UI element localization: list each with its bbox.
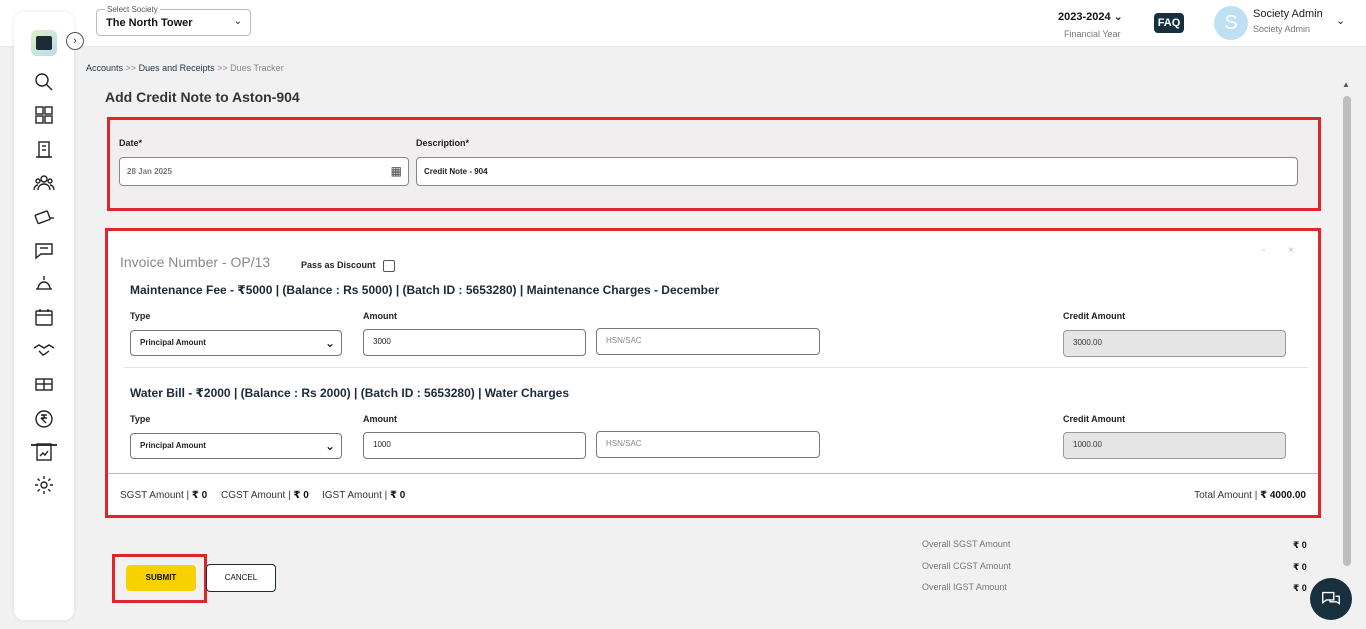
- total-value: ₹ 4000.00: [1260, 490, 1306, 501]
- credit-amount-label: Credit Amount: [1063, 311, 1126, 321]
- igst-label: IGST Amount |: [322, 490, 388, 501]
- chat-support-button[interactable]: [1310, 578, 1352, 620]
- sidebar-collapse-button[interactable]: ›: [66, 32, 84, 50]
- credit-amount-label: Credit Amount: [1063, 414, 1126, 424]
- overall-igst-value: ₹ 0: [1293, 583, 1307, 593]
- avatar[interactable]: S: [1214, 6, 1248, 40]
- hsn-sac-input[interactable]: HSN/SAC: [596, 328, 820, 355]
- chevron-down-icon: ⌄: [324, 336, 335, 350]
- scroll-thumb[interactable]: [1343, 96, 1351, 566]
- breadcrumb: Accounts >> Dues and Receipts >> Dues Tr…: [86, 63, 284, 73]
- reports-icon[interactable]: [32, 440, 56, 464]
- invoice-totals-bar: SGST Amount | ₹ 0 CGST Amount | ₹ 0 IGST…: [108, 473, 1318, 515]
- type-label: Type: [130, 311, 151, 321]
- app-logo[interactable]: [31, 30, 57, 56]
- cgst-value: ₹ 0: [293, 490, 309, 501]
- line-item-title: Water Bill - ₹2000 | (Balance : Rs 2000)…: [130, 386, 570, 400]
- amount-label: Amount: [363, 414, 397, 424]
- sidebar: [14, 12, 74, 620]
- overall-sgst-value: ₹ 0: [1293, 540, 1307, 550]
- description-field[interactable]: Credit Note - 904: [416, 157, 1298, 186]
- scrollbar[interactable]: ▲: [1341, 80, 1353, 620]
- breadcrumb-accounts[interactable]: Accounts: [86, 63, 123, 73]
- handshake-icon[interactable]: [32, 338, 56, 362]
- igst-amount: IGST Amount | ₹ 0: [322, 490, 405, 501]
- society-select[interactable]: Select Society The North Tower ⌄: [96, 5, 251, 36]
- date-value: 28 Jan 2025: [127, 167, 172, 176]
- date-label: Date*: [119, 138, 143, 148]
- amount-label: Amount: [363, 311, 397, 321]
- total-label: Total Amount |: [1194, 490, 1258, 501]
- top-bar: Select Society The North Tower ⌄ 2023-20…: [0, 0, 1366, 46]
- society-select-label: Select Society: [105, 5, 160, 14]
- settings-icon[interactable]: [32, 473, 56, 497]
- scroll-up-icon[interactable]: ▲: [1342, 80, 1350, 89]
- sgst-label: SGST Amount |: [120, 490, 190, 501]
- financial-year-select[interactable]: 2023-2024 ⌄: [1058, 10, 1123, 23]
- chat-icon[interactable]: [32, 238, 56, 262]
- type-label: Type: [130, 414, 151, 424]
- society-select-value: The North Tower: [106, 17, 193, 29]
- amenities-icon[interactable]: [32, 372, 56, 396]
- type-select-value: Principal Amount: [140, 441, 206, 450]
- building-icon[interactable]: [32, 137, 56, 161]
- cancel-button[interactable]: CANCEL: [206, 564, 276, 592]
- user-name: Society Admin: [1253, 8, 1323, 20]
- invoice-number-title: Invoice Number - OP/13: [120, 254, 271, 270]
- breadcrumb-separator: >>: [217, 63, 228, 73]
- calendar-picker-icon[interactable]: ▦: [391, 158, 402, 185]
- credit-amount-field: 1000.00: [1063, 432, 1286, 459]
- breadcrumb-separator: >>: [125, 63, 137, 73]
- overall-cgst-label: Overall CGST Amount: [922, 561, 1011, 571]
- total-amount: Total Amount | ₹ 4000.00: [1194, 490, 1306, 501]
- user-menu-chevron-icon[interactable]: ⌄: [1336, 14, 1345, 27]
- hsn-sac-input[interactable]: HSN/SAC: [596, 431, 820, 458]
- dashboard-icon[interactable]: [32, 103, 56, 127]
- date-field[interactable]: 28 Jan 2025 ▦: [119, 157, 409, 186]
- credit-amount-field: 3000.00: [1063, 330, 1286, 357]
- type-select-value: Principal Amount: [140, 338, 206, 347]
- user-role: Society Admin: [1253, 24, 1311, 34]
- type-select[interactable]: Principal Amount ⌄: [130, 433, 342, 459]
- pass-discount-label: Pass as Discount: [301, 260, 376, 270]
- financial-year-label: Financial Year: [1064, 29, 1121, 39]
- breadcrumb-current: Dues Tracker: [230, 63, 284, 73]
- breadcrumb-dues-receipts[interactable]: Dues and Receipts: [139, 63, 215, 73]
- amount-input[interactable]: 3000: [363, 329, 586, 356]
- overall-igst-label: Overall IGST Amount: [922, 582, 1007, 592]
- calendar-icon[interactable]: [32, 305, 56, 329]
- chat-bubble-icon: [1322, 591, 1340, 605]
- overall-cgst-value: ₹ 0: [1293, 562, 1307, 572]
- pass-discount-checkbox[interactable]: [383, 260, 395, 272]
- cgst-label: CGST Amount |: [221, 490, 291, 501]
- helpdesk-icon[interactable]: [32, 271, 56, 295]
- payments-icon[interactable]: [32, 204, 56, 228]
- chevron-down-icon: ⌄: [324, 439, 335, 453]
- igst-value: ₹ 0: [390, 490, 406, 501]
- sgst-value: ₹ 0: [191, 490, 208, 501]
- description-label: Description*: [416, 138, 470, 148]
- line-divider: [124, 367, 1308, 368]
- search-icon[interactable]: [32, 70, 56, 94]
- submit-button[interactable]: SUBMIT: [126, 565, 196, 591]
- page-title: Add Credit Note to Aston-904: [105, 89, 300, 105]
- card-controls[interactable]: - ×: [1262, 245, 1304, 256]
- sgst-amount: SGST Amount | ₹ 0: [120, 490, 207, 501]
- line-item-title: Maintenance Fee - ₹5000 | (Balance : Rs …: [130, 283, 720, 297]
- amount-input[interactable]: 1000: [363, 432, 586, 459]
- financial-year-value: 2023-2024: [1058, 11, 1111, 23]
- invoice-card: Invoice Number - OP/13 Pass as Discount …: [105, 228, 1321, 518]
- type-select[interactable]: Principal Amount ⌄: [130, 330, 342, 356]
- faq-button[interactable]: FAQ: [1154, 13, 1184, 33]
- credit-note-details-card: Date* 28 Jan 2025 ▦ Description* Credit …: [107, 117, 1321, 211]
- rupee-icon[interactable]: [32, 407, 56, 431]
- overall-sgst-label: Overall SGST Amount: [922, 539, 1011, 549]
- cgst-amount: CGST Amount | ₹ 0: [221, 490, 309, 501]
- chevron-down-icon: ⌄: [233, 16, 242, 27]
- members-icon[interactable]: [32, 171, 56, 195]
